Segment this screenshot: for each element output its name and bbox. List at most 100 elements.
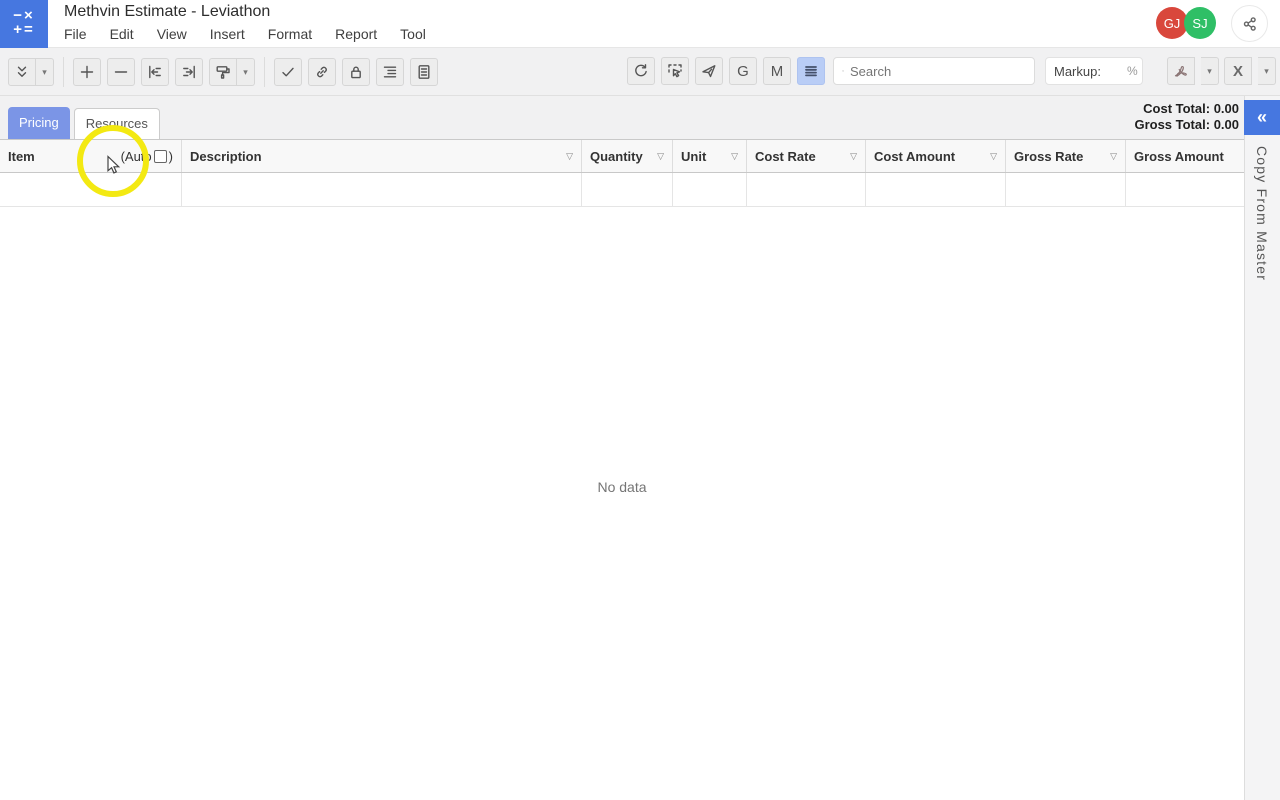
app-logo-icon: −× += <box>0 0 48 48</box>
share-button[interactable] <box>1231 5 1268 42</box>
search-input[interactable] <box>850 64 1026 79</box>
column-label: Item <box>8 149 35 164</box>
link-button[interactable] <box>308 58 336 86</box>
toolbar-separator <box>63 57 64 87</box>
gross-total-label: Gross Total: <box>1134 117 1210 132</box>
column-label: Cost Rate <box>755 149 816 164</box>
worksheet-button[interactable] <box>410 58 438 86</box>
search-icon <box>842 63 844 79</box>
gross-total-line: Gross Total: 0.00 <box>1134 117 1239 133</box>
indent-icon <box>181 64 197 80</box>
refresh-icon <box>633 63 649 79</box>
column-label: Gross Rate <box>1014 149 1083 164</box>
toolbar-middle-group: G M <box>627 57 825 85</box>
expand-panel-button[interactable]: « <box>1244 100 1280 135</box>
column-label: Quantity <box>590 149 643 164</box>
marquee-select-icon <box>667 63 683 79</box>
markup-input[interactable] <box>1101 64 1127 79</box>
top-bar: −× += Methvin Estimate - Leviathon File … <box>0 0 1280 48</box>
add-row-button[interactable] <box>73 58 101 86</box>
minus-icon <box>113 64 129 80</box>
pdf-export-button[interactable] <box>1167 57 1195 85</box>
empty-grid-row[interactable] <box>0 173 1244 207</box>
column-dropdown-icon[interactable]: ▽ <box>731 151 738 162</box>
lock-icon <box>348 64 364 80</box>
lock-button[interactable] <box>342 58 370 86</box>
column-header-gross-amount[interactable]: Gross Amount <box>1126 140 1244 172</box>
column-header-cost-amount[interactable]: Cost Amount ▽ <box>866 140 1006 172</box>
select-button[interactable] <box>661 57 689 85</box>
toolbar: ▾ ▾ <box>0 48 1280 96</box>
list-levels-icon <box>382 64 398 80</box>
cost-total-value: 0.00 <box>1214 101 1239 116</box>
column-dropdown-icon[interactable]: ▽ <box>850 151 857 162</box>
column-header-description[interactable]: Description ▽ <box>182 140 582 172</box>
menu-item-view[interactable]: View <box>157 26 187 42</box>
empty-cell[interactable] <box>747 173 866 206</box>
subitems-button[interactable] <box>376 58 404 86</box>
menu-item-format[interactable]: Format <box>268 26 312 42</box>
grid-header: Item (Auto ) Description ▽ Quantity ▽ Un… <box>0 140 1244 173</box>
page-title: Methvin Estimate - Leviathon <box>64 3 270 21</box>
empty-cell[interactable] <box>1006 173 1126 206</box>
logo-glyph-bottom: += <box>0 23 48 37</box>
link-icon <box>314 64 330 80</box>
outdent-icon <box>147 64 163 80</box>
gross-total-value: 0.00 <box>1214 117 1239 132</box>
check-icon <box>280 64 296 80</box>
menu-item-edit[interactable]: Edit <box>110 26 134 42</box>
avatar[interactable]: SJ <box>1184 7 1216 39</box>
document-icon <box>416 64 432 80</box>
microsoft-button[interactable]: M <box>763 57 791 85</box>
column-header-cost-rate[interactable]: Cost Rate ▽ <box>747 140 866 172</box>
paint-dropdown-button[interactable]: ▾ <box>237 58 255 86</box>
auto-number-checkbox[interactable] <box>154 150 167 163</box>
outdent-button[interactable] <box>141 58 169 86</box>
indent-button[interactable] <box>175 58 203 86</box>
column-label: Unit <box>681 149 706 164</box>
menu-lines-icon <box>803 63 819 79</box>
column-dropdown-icon[interactable]: ▽ <box>990 151 997 162</box>
column-dropdown-icon[interactable]: ▽ <box>1110 151 1117 162</box>
column-header-unit[interactable]: Unit ▽ <box>673 140 747 172</box>
cost-total-label: Cost Total: <box>1143 101 1210 116</box>
column-dropdown-icon[interactable]: ▽ <box>657 151 664 162</box>
pdf-dropdown-button[interactable]: ▾ <box>1201 57 1219 85</box>
column-header-quantity[interactable]: Quantity ▽ <box>582 140 673 172</box>
empty-cell[interactable] <box>1126 173 1244 206</box>
refresh-button[interactable] <box>627 57 655 85</box>
pdf-icon <box>1173 63 1189 79</box>
empty-cell[interactable] <box>673 173 747 206</box>
column-label: Description <box>190 149 262 164</box>
no-data-message: No data <box>0 479 1244 495</box>
expand-all-split-button: ▾ <box>8 58 54 86</box>
empty-cell[interactable] <box>182 173 582 206</box>
toolbar-left-group: ▾ ▾ <box>8 57 438 87</box>
search-box <box>833 57 1035 85</box>
menu-item-file[interactable]: File <box>64 26 87 42</box>
share-icon <box>1242 16 1258 32</box>
empty-cell[interactable] <box>866 173 1006 206</box>
paint-roller-button[interactable] <box>209 58 237 86</box>
confirm-button[interactable] <box>274 58 302 86</box>
menu-item-insert[interactable]: Insert <box>210 26 245 42</box>
google-sheets-button[interactable]: G <box>729 57 757 85</box>
excel-dropdown-button[interactable]: ▾ <box>1258 57 1276 85</box>
column-header-gross-rate[interactable]: Gross Rate ▽ <box>1006 140 1126 172</box>
excel-export-button[interactable]: X <box>1224 57 1252 85</box>
expand-all-button[interactable] <box>8 58 36 86</box>
column-dropdown-icon[interactable]: ▽ <box>566 151 573 162</box>
auto-label-suffix: ) <box>169 149 173 164</box>
markup-label: Markup: <box>1054 64 1101 79</box>
copy-from-master-tab[interactable]: Copy From Master <box>1254 146 1270 281</box>
pdf-export-split-button: ▾ <box>1167 57 1219 85</box>
send-button[interactable] <box>695 57 723 85</box>
row-density-toggle-button[interactable] <box>797 57 825 85</box>
menu-item-tool[interactable]: Tool <box>400 26 426 42</box>
tab-pricing[interactable]: Pricing <box>8 107 70 139</box>
expand-dropdown-button[interactable]: ▾ <box>36 58 54 86</box>
empty-cell[interactable] <box>582 173 673 206</box>
fill-split-button: ▾ <box>209 58 255 86</box>
remove-row-button[interactable] <box>107 58 135 86</box>
menu-item-report[interactable]: Report <box>335 26 377 42</box>
